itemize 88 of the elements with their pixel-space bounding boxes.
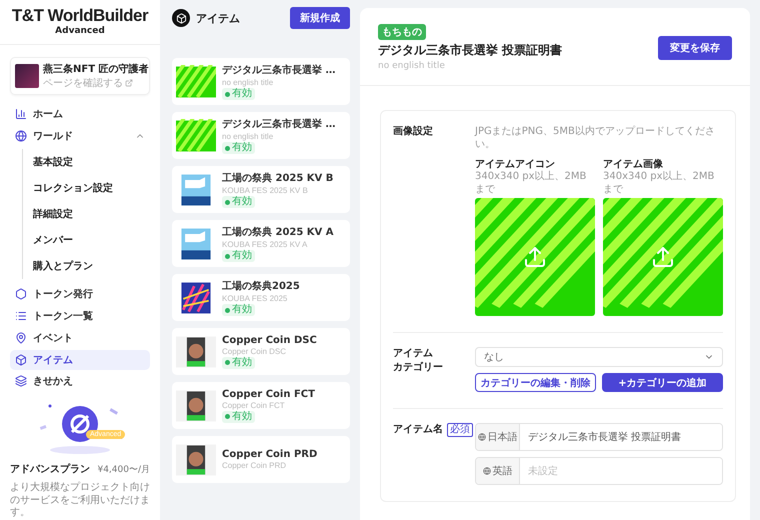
nav-item[interactable]: ワールド xyxy=(10,126,150,146)
item-subtitle: KOUBA FES 2025 KV B xyxy=(222,186,309,195)
status-badge: 有効 xyxy=(222,196,255,208)
item-title: Copper Coin FCT xyxy=(222,388,315,400)
save-button[interactable]: 変更を保存 xyxy=(658,36,732,60)
item-card[interactable]: デジタル三条市長選挙 … no english title 有効 xyxy=(172,58,350,105)
item-title: 工場の祭典 2025 KV B xyxy=(222,172,334,185)
item-title: 工場の祭典 2025 KV A xyxy=(222,226,334,239)
cube-icon xyxy=(172,9,190,27)
subnav-item[interactable]: メンバー xyxy=(23,226,160,253)
status-badge: 有効 xyxy=(222,410,255,422)
item-english-title: no english title xyxy=(378,61,445,71)
plan-name: アドバンスプラン xyxy=(10,462,90,476)
pattern-image xyxy=(176,118,216,152)
item-card[interactable]: 工場の祭典2025 KOUBA FES 2025 有効 xyxy=(172,274,350,321)
item-title: デジタル三条市長選挙 … xyxy=(222,63,336,77)
category-select[interactable]: なし xyxy=(475,347,723,367)
name-field[interactable]: 英語 未設定 xyxy=(475,457,723,485)
status-badge: 有効 xyxy=(222,356,255,368)
globe-icon xyxy=(482,467,490,475)
section-label: アイテム カテゴリー xyxy=(393,347,443,375)
upload-note: 340x340 px以上、2MBまで xyxy=(475,171,588,196)
status-badge: 有効 xyxy=(222,88,255,100)
subnav-item[interactable]: 詳細設定 xyxy=(23,200,160,227)
upload-label: アイテムアイコン xyxy=(475,158,556,170)
item-card[interactable]: Copper Coin DSC Copper Coin DSC 有効 xyxy=(172,328,350,375)
external-link-icon xyxy=(125,79,133,87)
add-category-button[interactable]: +カテゴリーの追加 xyxy=(602,373,723,392)
nav-item[interactable]: イベント xyxy=(10,328,150,348)
edition-label: Advanced xyxy=(55,26,105,36)
chart-icon xyxy=(15,108,27,120)
logo-wordmark: T&T WorldBuilder xyxy=(12,6,148,26)
section-label: アイテム名 xyxy=(393,423,443,437)
coin-card-image xyxy=(176,442,216,476)
nav-item[interactable]: ホーム xyxy=(10,104,150,124)
item-card[interactable]: Copper Coin FCT Copper Coin FCT 有効 xyxy=(172,382,350,429)
coin-card-image xyxy=(176,388,216,422)
nav-item[interactable]: トークン一覧 xyxy=(10,306,150,326)
item-title: 工場の祭典2025 xyxy=(222,280,300,293)
plan-price: ¥4,400〜/月 xyxy=(97,464,150,476)
category-tag: もちもの xyxy=(378,24,426,40)
status-badge: 有効 xyxy=(222,142,255,154)
nav-item[interactable]: アイテム xyxy=(10,350,150,370)
item-subtitle: no english title xyxy=(222,78,274,87)
item-card[interactable]: 工場の祭典 2025 KV A KOUBA FES 2025 KV A 有効 xyxy=(172,220,350,267)
item-title: Copper Coin DSC xyxy=(222,334,317,346)
pattern-image xyxy=(176,64,216,98)
item-subtitle: no english title xyxy=(222,132,274,141)
item-subtitle: Copper Coin PRD xyxy=(222,461,288,470)
item-card[interactable]: Copper Coin PRD Copper Coin PRD xyxy=(172,436,350,483)
subnav-item[interactable]: コレクション設定 xyxy=(23,174,160,201)
project-thumbnail xyxy=(15,64,39,88)
upload-label: アイテム画像 xyxy=(603,158,663,171)
language-label: 日本語 xyxy=(488,430,518,444)
map-pin-icon xyxy=(15,332,27,344)
item-heading: デジタル三条市長選挙 投票証明書 xyxy=(378,42,562,59)
coin-card-image xyxy=(176,334,216,368)
subnav-item[interactable]: 基本設定 xyxy=(23,148,160,175)
item-subtitle: KOUBA FES 2025 xyxy=(222,294,288,303)
required-badge: 必須 xyxy=(447,423,473,437)
nav-item[interactable]: トークン発行 xyxy=(10,284,150,304)
layers-icon xyxy=(15,375,27,388)
item-subtitle: Copper Coin FCT xyxy=(222,400,286,410)
plan-description: より大規模なプロジェクト向けのサービスをご利用いただけます。 xyxy=(10,482,150,520)
cube-icon xyxy=(15,354,27,366)
upload-icon[interactable] xyxy=(651,245,675,269)
item-title: デジタル三条市長選挙 … xyxy=(222,117,336,131)
item-title: Copper Coin PRD xyxy=(222,449,318,460)
upload-hint: JPGまたはPNG、5MB以内でアップロードしてください。 xyxy=(475,125,716,151)
section-label: 画像設定 xyxy=(393,125,433,139)
status-badge: 有効 xyxy=(222,304,255,316)
language-label: 英語 xyxy=(492,464,512,478)
globe-icon xyxy=(15,130,27,142)
item-subtitle: Copper Coin DSC xyxy=(222,346,288,356)
panel-title: アイテム xyxy=(196,10,240,26)
status-badge: 有効 xyxy=(222,250,255,262)
upload-note: 340x340 px以上、2MBまで xyxy=(603,171,716,196)
item-subtitle: KOUBA FES 2025 KV A xyxy=(222,240,308,249)
hexagon-icon xyxy=(15,288,27,300)
item-card[interactable]: 工場の祭典 2025 KV B KOUBA FES 2025 KV B 有効 xyxy=(172,166,350,213)
upload-icon[interactable] xyxy=(523,245,547,269)
globe-icon xyxy=(478,433,486,441)
edit-category-button[interactable]: カテゴリーの編集・削除 xyxy=(475,373,596,392)
name-field[interactable]: 日本語 デジタル三条市長選挙 投票証明書 xyxy=(475,423,723,451)
item-card[interactable]: デジタル三条市長選挙 … no english title 有効 xyxy=(172,112,350,159)
subnav-item[interactable]: 購入とプラン xyxy=(23,252,160,279)
new-item-button[interactable]: 新規作成 xyxy=(290,7,350,29)
nav-item[interactable]: きせかえ xyxy=(10,372,150,392)
